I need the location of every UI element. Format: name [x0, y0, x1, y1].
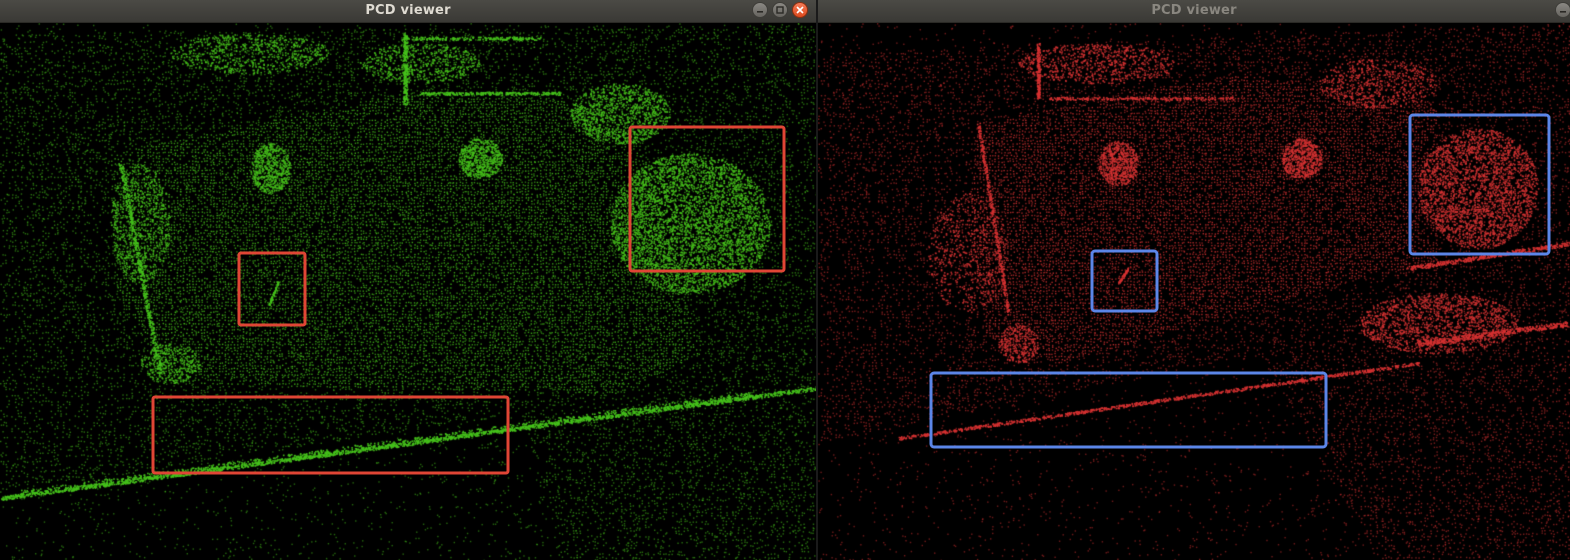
highlight-box-pole	[1090, 249, 1159, 313]
annotation-overlay	[929, 113, 1551, 449]
point-cloud-viewport[interactable]	[818, 23, 1570, 560]
window-title: PCD viewer	[1151, 3, 1237, 18]
title-bar[interactable]: PCD viewer	[0, 0, 816, 23]
highlight-box-ground-edge	[151, 395, 510, 475]
highlight-box-vegetation	[628, 125, 786, 273]
point-cloud-viewport[interactable]	[0, 23, 816, 560]
highlight-box-ground-edge	[929, 371, 1328, 449]
annotation-overlay	[151, 125, 786, 475]
highlight-box-vegetation	[1408, 113, 1551, 256]
pcd-viewer-window-right: PCD viewer	[818, 0, 1570, 560]
window-title: PCD viewer	[365, 3, 451, 18]
title-bar[interactable]: PCD viewer	[818, 0, 1570, 23]
highlight-box-pole	[237, 251, 307, 327]
pcd-viewer-window-left: PCD viewer	[0, 0, 816, 560]
